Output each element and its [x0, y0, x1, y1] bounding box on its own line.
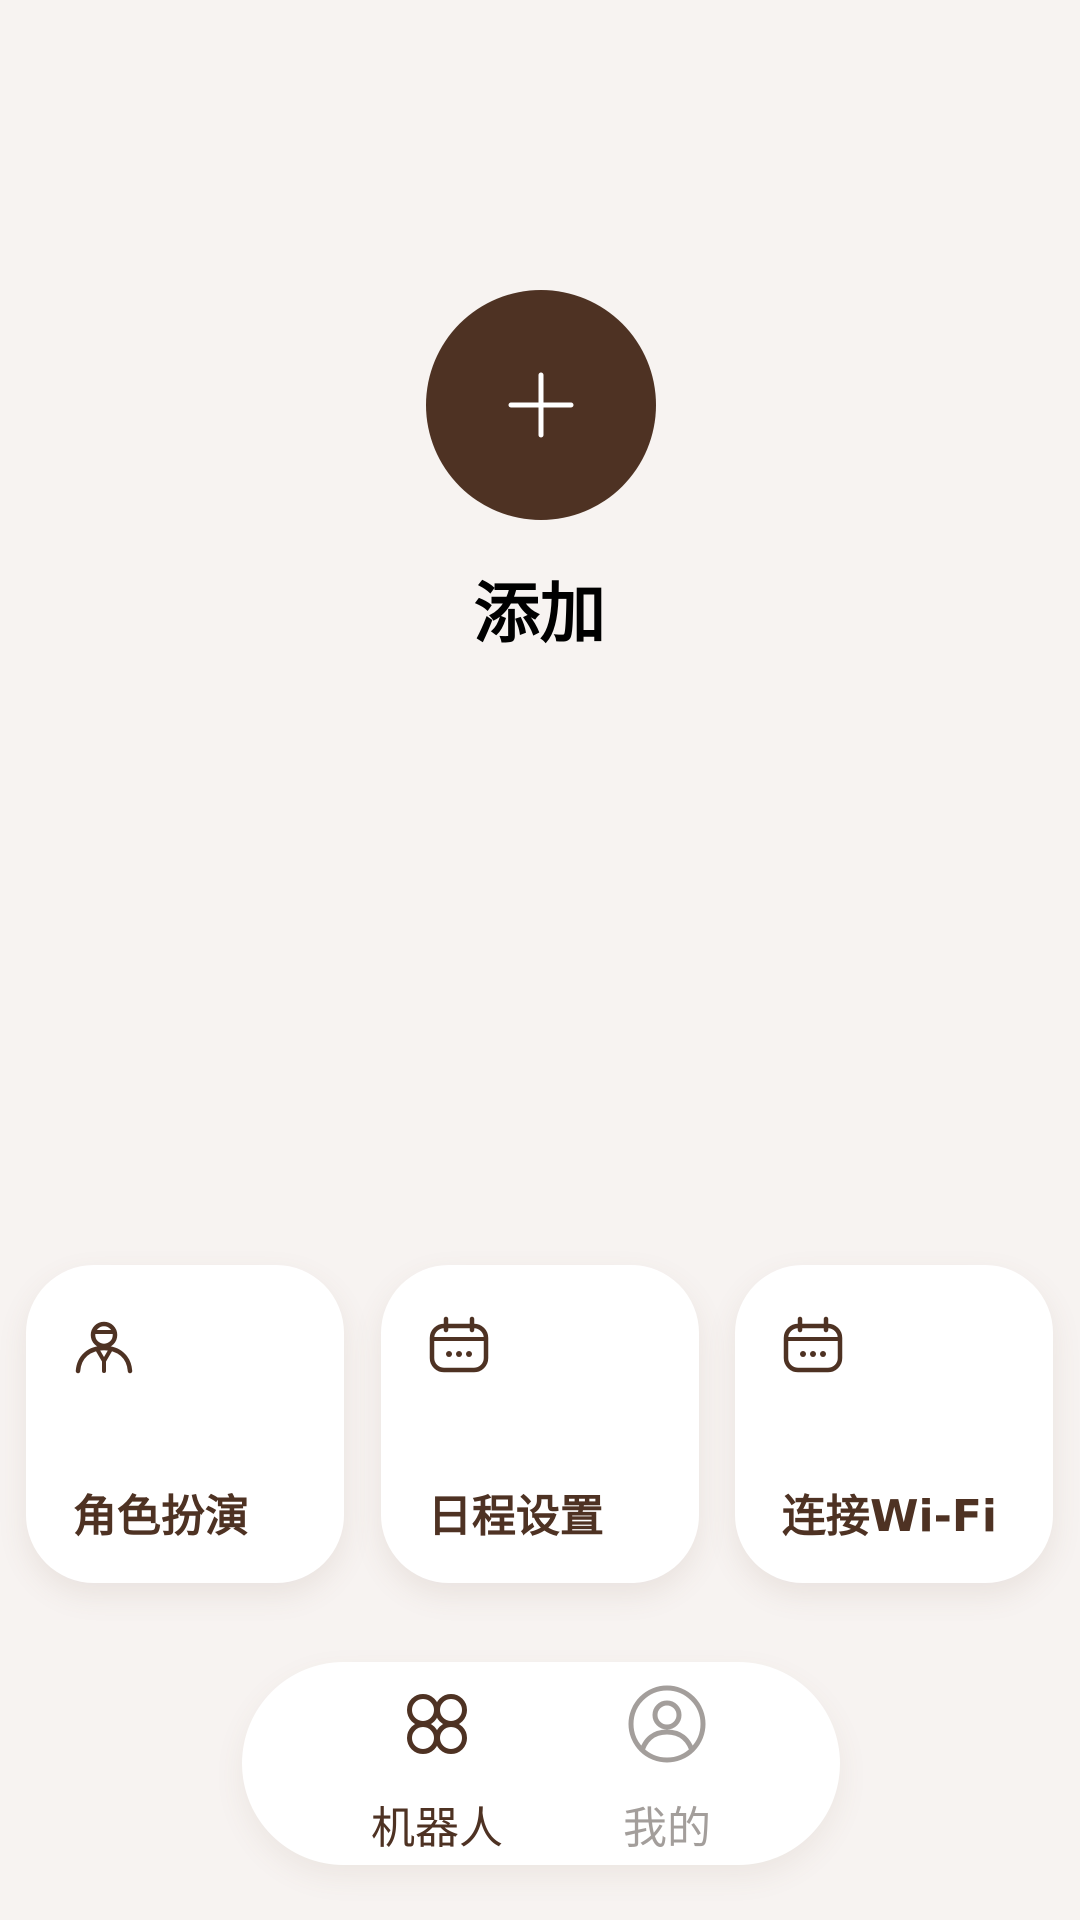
nav-item-mine[interactable]: 我的	[567, 1662, 767, 1865]
card-label: 连接Wi-Fi	[782, 1491, 998, 1542]
nav-label: 我的	[623, 1803, 711, 1854]
add-robot-button[interactable]	[426, 290, 656, 520]
card-label: 角色扮演	[73, 1491, 249, 1542]
calendar-icon	[783, 1316, 843, 1373]
calendar-icon	[429, 1316, 489, 1373]
bottom-nav: 机器人 我的	[242, 1662, 840, 1865]
card-schedule-settings[interactable]: 日程设置	[381, 1265, 699, 1583]
nav-item-robot[interactable]: 机器人	[337, 1662, 537, 1865]
nav-label: 机器人	[371, 1803, 503, 1854]
add-label: 添加	[474, 575, 606, 652]
grid-circles-icon	[407, 1694, 467, 1754]
person-icon	[75, 1321, 133, 1374]
card-connect-wifi[interactable]: 连接Wi-Fi	[735, 1265, 1053, 1583]
user-circle-icon	[628, 1685, 706, 1763]
card-label: 日程设置	[428, 1491, 604, 1542]
plus-icon	[508, 372, 574, 438]
card-role-play[interactable]: 角色扮演	[26, 1265, 344, 1583]
